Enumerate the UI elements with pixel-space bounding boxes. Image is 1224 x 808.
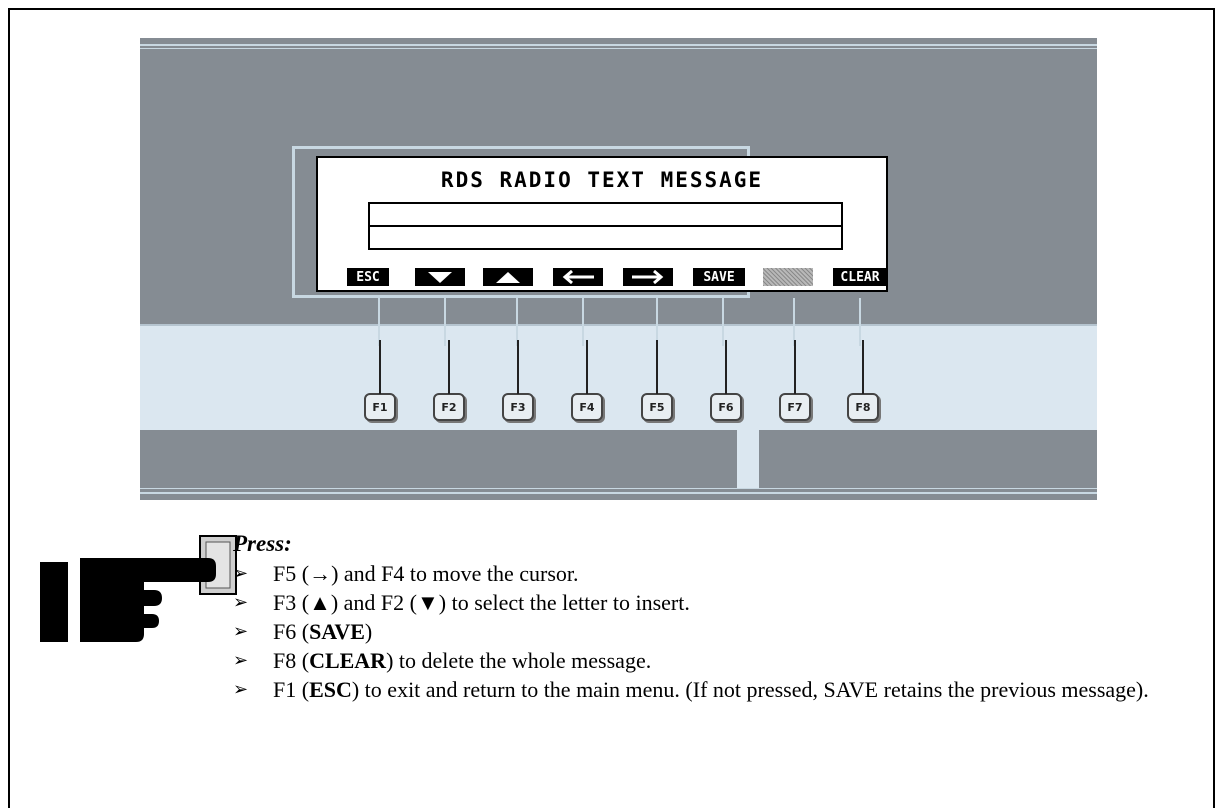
list-item: ➢ F8 (CLEAR) to delete the whole message. (233, 648, 652, 673)
arrow-right-icon (632, 270, 664, 284)
key-leg (862, 340, 864, 394)
arrowhead-bullet-icon: ➢ (233, 563, 249, 584)
f6-key[interactable]: F6 (710, 393, 742, 421)
panel-lower (140, 430, 1097, 500)
arrowhead-bullet-icon: ➢ (233, 592, 249, 613)
list-item: ➢ F6 (SAVE) (233, 619, 373, 644)
key-leg (448, 340, 450, 394)
panel-divider (737, 430, 759, 488)
arrowhead-bullet-icon: ➢ (233, 679, 249, 700)
f3-key[interactable]: F3 (502, 393, 534, 421)
softkey-left (553, 268, 603, 286)
list-item: ➢ F3 (▲) and F2 (▼) to select the letter … (233, 590, 690, 615)
f2-key[interactable]: F2 (433, 393, 465, 421)
f1-key[interactable]: F1 (364, 393, 396, 421)
instructions-block: Press: ➢ F5 (→) and F4 to move the cursor… (233, 531, 1193, 704)
steps-list: ➢ F5 (→) and F4 to move the cursor. ➢ F3 (… (233, 559, 1193, 704)
f5-key[interactable]: F5 (641, 393, 673, 421)
press-heading: Press: (233, 531, 292, 556)
list-item: ➢ F5 (→) and F4 to move the cursor. (233, 561, 579, 586)
key-guide (656, 298, 724, 346)
f7-key[interactable]: F7 (779, 393, 811, 421)
lcd-title: RDS RADIO TEXT MESSAGE (440, 168, 764, 192)
softkey-row: ESC SAVE CLEAR (347, 268, 887, 288)
arrow-left-icon (562, 270, 594, 284)
triangle-up-icon (496, 272, 520, 283)
key-guide (516, 298, 584, 346)
lcd-display: RDS RADIO TEXT MESSAGE ESC SAVE CLEAR (316, 156, 888, 292)
softkey-clear: CLEAR (833, 268, 887, 286)
key-leg (517, 340, 519, 394)
input-divider-line (370, 225, 841, 227)
key-leg (379, 340, 381, 394)
panel-key-strip (140, 324, 1097, 430)
arrowhead-bullet-icon: ➢ (233, 621, 249, 642)
key-guide (793, 298, 861, 346)
key-leg (586, 340, 588, 394)
key-guide (378, 298, 446, 346)
softkey-save: SAVE (693, 268, 745, 286)
f8-key[interactable]: F8 (847, 393, 879, 421)
softkey-right (623, 268, 673, 286)
arrowhead-bullet-icon: ➢ (233, 650, 249, 671)
device-panel-illustration: RDS RADIO TEXT MESSAGE ESC SAVE CLEAR F1… (140, 38, 1097, 500)
triangle-down-icon (428, 272, 452, 283)
key-leg (794, 340, 796, 394)
softkey-down (415, 268, 465, 286)
list-item: ➢ F1 (ESC) to exit and return to the main… (233, 677, 1149, 702)
softkey-esc: ESC (347, 268, 389, 286)
softkey-up (483, 268, 533, 286)
key-leg (725, 340, 727, 394)
pointing-hand-icon (40, 535, 237, 642)
f4-key[interactable]: F4 (571, 393, 603, 421)
message-input-field[interactable] (368, 202, 843, 250)
key-leg (656, 340, 658, 394)
softkey-blank (763, 268, 813, 286)
